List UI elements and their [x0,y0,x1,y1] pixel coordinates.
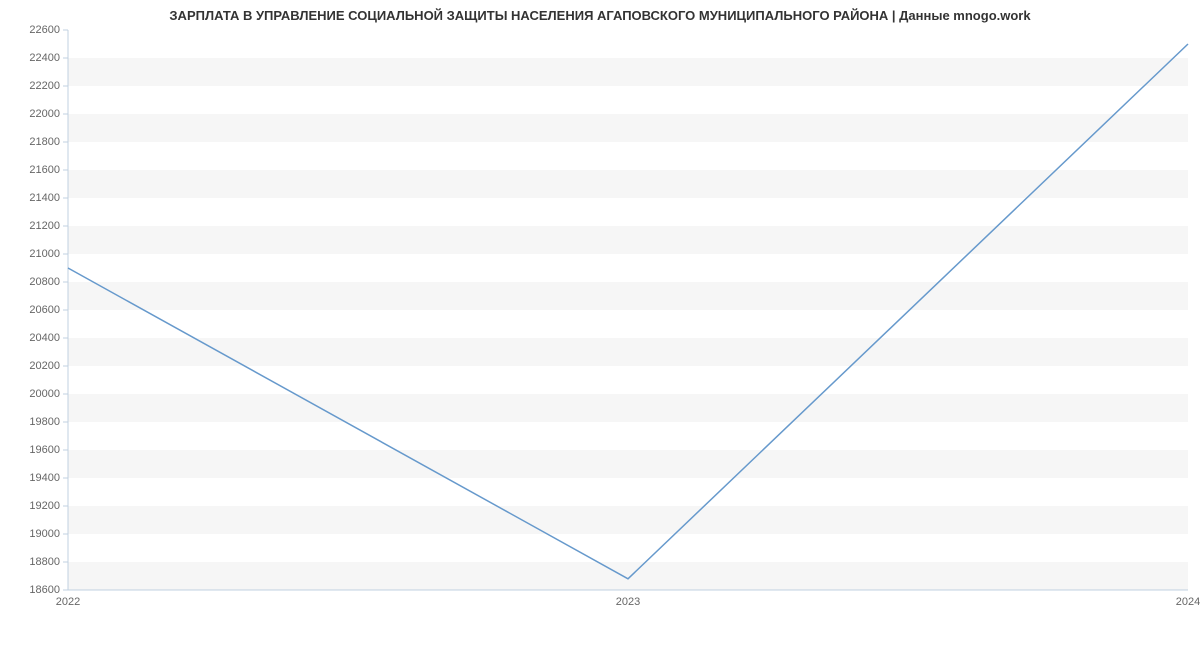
y-tick-label: 19800 [10,416,60,428]
y-tick-label: 21600 [10,164,60,176]
y-tick-label: 21800 [10,136,60,148]
plot-area [68,30,1188,590]
y-tick-label: 19200 [10,500,60,512]
y-tick-label: 20200 [10,360,60,372]
grid-band [68,58,1188,86]
x-tick-label: 2024 [1176,596,1200,608]
y-tick-label: 19400 [10,472,60,484]
grid-band [68,450,1188,478]
y-tick-label: 19600 [10,444,60,456]
grid-band [68,506,1188,534]
grid-band [68,114,1188,142]
y-tick-label: 22000 [10,108,60,120]
y-tick-label: 21400 [10,192,60,204]
grid-band [68,562,1188,590]
y-tick-label: 21000 [10,248,60,260]
y-tick-label: 22200 [10,80,60,92]
y-tick-label: 21200 [10,220,60,232]
x-tick-label: 2023 [616,596,640,608]
grid-band [68,282,1188,310]
chart-title: ЗАРПЛАТА В УПРАВЛЕНИЕ СОЦИАЛЬНОЙ ЗАЩИТЫ … [0,8,1200,23]
grid-band [68,226,1188,254]
salary-line-chart: ЗАРПЛАТА В УПРАВЛЕНИЕ СОЦИАЛЬНОЙ ЗАЩИТЫ … [0,0,1200,650]
y-tick-label: 20000 [10,388,60,400]
y-tick-label: 18800 [10,556,60,568]
y-tick-label: 20600 [10,304,60,316]
x-tick-label: 2022 [56,596,80,608]
grid-band [68,170,1188,198]
y-tick-label: 19000 [10,528,60,540]
y-tick-label: 18600 [10,584,60,596]
y-tick-label: 20400 [10,332,60,344]
y-tick-label: 20800 [10,276,60,288]
y-tick-label: 22600 [10,24,60,36]
grid-band [68,394,1188,422]
y-tick-label: 22400 [10,52,60,64]
